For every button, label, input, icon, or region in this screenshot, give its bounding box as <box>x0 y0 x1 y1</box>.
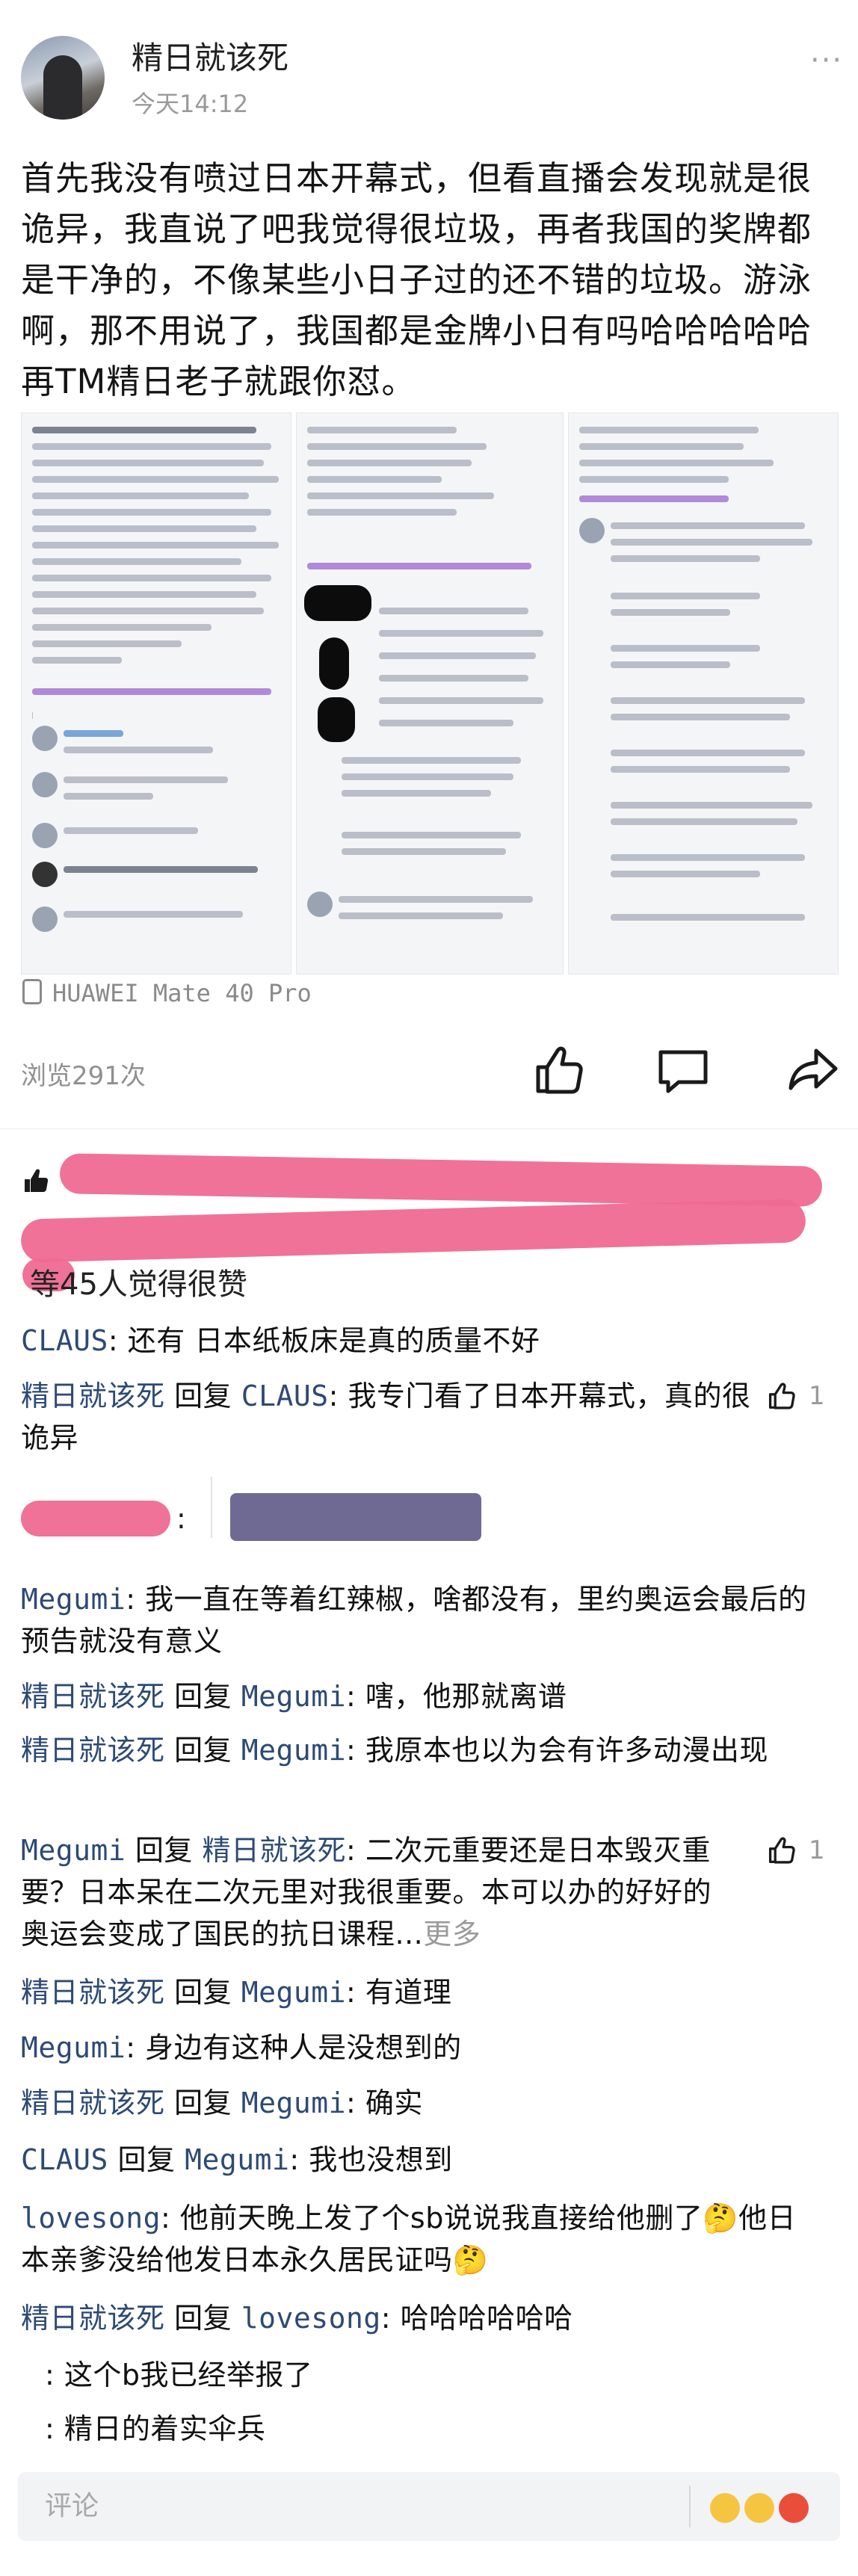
reply-comment[interactable]: 精日就该死 回复 CLAUS: 我专门看了日本开幕式，真的很诡异 <box>21 1375 768 1459</box>
comment-input-placeholder[interactable]: 评论 <box>45 2484 99 2523</box>
redacted-image <box>230 1493 481 1541</box>
reply-target[interactable]: Megumi <box>241 1680 346 1713</box>
comment-author[interactable]: CLAUS <box>21 1324 108 1357</box>
reply-comment[interactable]: 精日就该死 回复 Megumi: 嗐，他那就离谱 <box>21 1675 813 1717</box>
comment[interactable]: Megumi: 身边有这种人是没想到的 <box>21 2027 813 2069</box>
comment-like-count: 1 <box>809 1381 825 1411</box>
colon-text: : <box>176 1502 186 1535</box>
comment-text: 还有 日本纸板床是真的质量不好 <box>127 1324 540 1357</box>
comment-author[interactable]: 精日就该死 <box>21 1380 165 1412</box>
comment-like-count: 1 <box>809 1835 825 1865</box>
reply-target[interactable]: lovesong <box>241 2302 381 2335</box>
comment-author[interactable]: CLAUS <box>21 2143 108 2176</box>
expand-more-link[interactable]: 更多 <box>423 1918 481 1950</box>
angry-emoji-icon[interactable] <box>779 2493 809 2523</box>
reply-target[interactable]: 精日就该死 <box>202 1834 346 1867</box>
reply-comment[interactable]: CLAUS 回复 Megumi: 我也没想到 <box>21 2139 813 2181</box>
more-options-icon[interactable]: ··· <box>810 43 843 78</box>
comment[interactable]: lovesong: 他前天晚上发了个sb说说我直接给他删了🤔他日本亲爹没给他发日… <box>21 2197 813 2281</box>
comment-author[interactable]: Megumi <box>21 2031 126 2064</box>
reply-comment[interactable]: 精日就该死 回复 lovesong: 哈哈哈哈哈哈 <box>21 2297 813 2339</box>
reply-verb: 回复 <box>117 2143 176 2176</box>
reply-verb: 回复 <box>174 1380 232 1412</box>
attached-screenshot-1[interactable] <box>21 413 291 975</box>
author-avatar[interactable] <box>21 36 105 120</box>
reply-target[interactable]: Megumi <box>185 2143 289 2176</box>
comment-author[interactable]: 精日就该死 <box>21 1734 165 1767</box>
phone-icon <box>22 979 42 1004</box>
comment-text: 这个b我已经举报了 <box>64 2359 313 2391</box>
reply-verb: 回复 <box>135 1834 193 1867</box>
comment-author[interactable]: 精日就该死 <box>21 2302 165 2335</box>
comment-author[interactable]: lovesong <box>21 2202 161 2234</box>
reply-verb: 回复 <box>174 1976 232 2009</box>
comment-like-icon[interactable] <box>765 1380 798 1412</box>
comment-icon[interactable] <box>653 1040 713 1100</box>
reply-comment[interactable]: 精日就该死 回复 Megumi: 我原本也以为会有许多动漫出现 <box>21 1729 813 1771</box>
grin-emoji-icon[interactable] <box>710 2493 740 2523</box>
divider <box>689 2486 691 2527</box>
view-count: 浏览291次 <box>21 1061 146 1091</box>
reply-comment[interactable]: 精日就该死 回复 Megumi: 确实 <box>21 2082 813 2124</box>
reply-target[interactable]: Megumi <box>241 1976 346 2009</box>
attached-screenshot-2[interactable] <box>296 413 564 975</box>
comment-author[interactable]: 精日就该死 <box>21 2087 165 2119</box>
post-time: 今天14:12 <box>132 90 249 118</box>
reply-comment[interactable]: 精日就该死 回复 Megumi: 有道理 <box>21 1971 813 2013</box>
attached-screenshot-3[interactable] <box>568 413 839 975</box>
likes-summary: 等45人觉得很赞 <box>30 1267 247 1302</box>
comment[interactable]: CLAUS: 还有 日本纸板床是真的质量不好 <box>21 1320 813 1362</box>
reply-verb: 回复 <box>174 2302 232 2335</box>
post-text: 首先我没有喷过日本开幕式，但看直播会发现就是很诡异，我直说了吧我觉得很垃圾，再者… <box>21 158 812 401</box>
reply-verb: 回复 <box>174 2087 232 2119</box>
comment-author[interactable]: Megumi <box>21 1834 126 1867</box>
comment-text: 身边有这种人是没想到的 <box>145 2031 462 2064</box>
reply-target[interactable]: Megumi <box>241 1734 346 1767</box>
reply-comment[interactable]: Megumi 回复 精日就该死: 二次元重要还是日本毁灭重要？日本呆在二次元里对… <box>21 1829 738 1955</box>
comment-text: 我也没想到 <box>309 2143 453 2176</box>
divider <box>0 1128 858 1129</box>
divider <box>211 1477 212 1538</box>
redacted-likers <box>20 1199 806 1263</box>
comment-text: 精日的着实伞兵 <box>64 2412 266 2445</box>
comment-text: 我原本也以为会有许多动漫出现 <box>365 1734 768 1767</box>
comment-text: 确实 <box>365 2087 423 2119</box>
emoji-picker[interactable] <box>710 2489 822 2527</box>
reply-verb: 回复 <box>174 1680 232 1713</box>
comment-author[interactable]: 精日就该死 <box>21 1976 165 2009</box>
comment-author[interactable]: 精日就该死 <box>21 1680 165 1713</box>
reply-target[interactable]: CLAUS <box>241 1380 329 1412</box>
laugh-emoji-icon[interactable] <box>744 2493 774 2523</box>
thumbs-up-icon[interactable] <box>528 1040 587 1100</box>
author-name[interactable]: 精日就该死 <box>132 33 288 78</box>
comment-text: 有道理 <box>365 1976 452 2009</box>
share-icon[interactable] <box>783 1040 843 1100</box>
comment-like-icon[interactable] <box>765 1834 798 1867</box>
comment[interactable]: : 这个b我已经举报了 <box>45 2354 837 2396</box>
reply-verb: 回复 <box>174 1734 232 1767</box>
comment-text: 哈哈哈哈哈哈 <box>400 2302 573 2335</box>
comment[interactable]: Megumi: 我一直在等着红辣椒，啥都没有，里约奥运会最后的预告就没有意义 <box>21 1578 813 1662</box>
reply-target[interactable]: Megumi <box>241 2087 346 2119</box>
device-name: HUAWEI Mate 40 Pro <box>52 979 312 1007</box>
like-mark-icon <box>25 1169 49 1192</box>
comment-author[interactable]: Megumi <box>21 1583 126 1616</box>
redacted-likers <box>59 1153 823 1207</box>
comment[interactable]: : 精日的着实伞兵 <box>45 2408 837 2450</box>
comment-text: 嗐，他那就离谱 <box>365 1680 567 1713</box>
redacted-name <box>21 1501 170 1536</box>
